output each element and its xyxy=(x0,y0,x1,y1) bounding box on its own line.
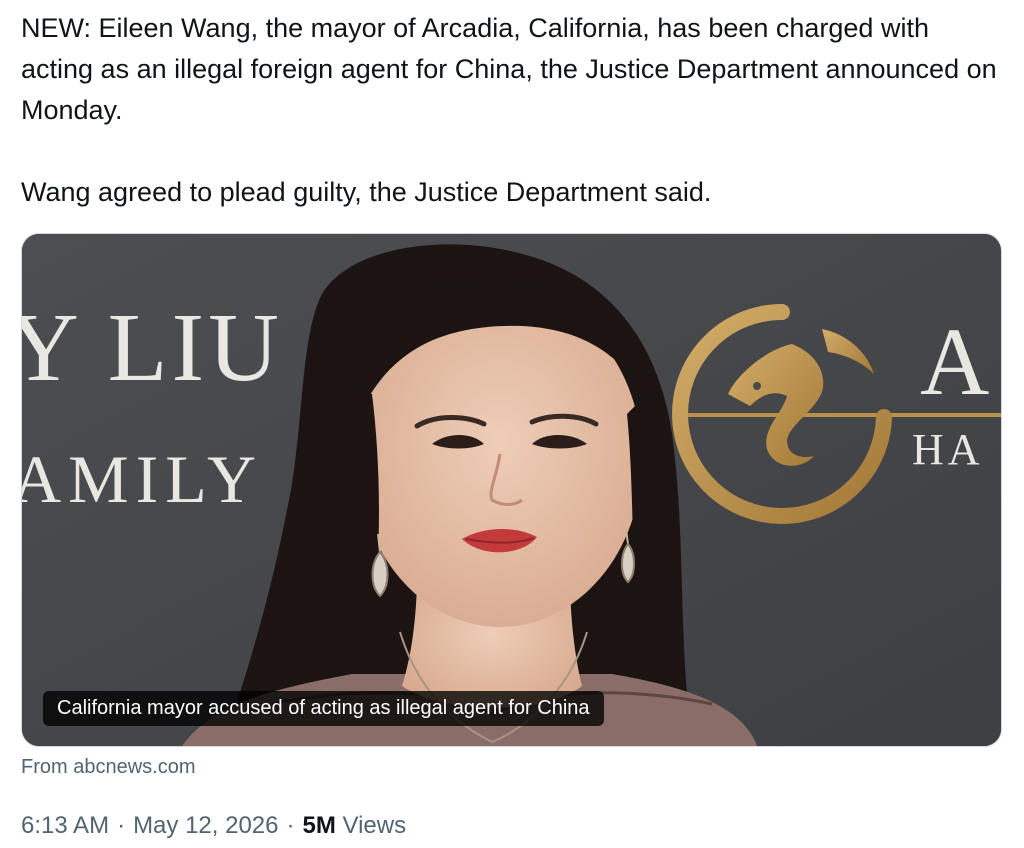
views-link[interactable]: 5M Views xyxy=(303,812,407,839)
meta-separator: · xyxy=(286,812,295,839)
card-caption: California mayor accused of acting as il… xyxy=(43,691,604,726)
tweet-date[interactable]: May 12, 2026 xyxy=(133,812,278,839)
backdrop-text: A xyxy=(920,308,989,415)
tweet-paragraph: NEW: Eileen Wang, the mayor of Arcadia, … xyxy=(21,13,997,125)
backdrop-text: Y LIU xyxy=(22,294,283,402)
meta-separator: · xyxy=(117,812,126,839)
views-count: 5M xyxy=(302,812,336,839)
card-image: Y LIU AMILY A HA xyxy=(22,234,1001,746)
backdrop-text: HA xyxy=(912,425,984,474)
backdrop-text: AMILY xyxy=(22,441,263,517)
tweet-paragraph: Wang agreed to plead guilty, the Justice… xyxy=(21,177,712,207)
card-source-link[interactable]: From abcnews.com xyxy=(21,756,196,779)
views-label: Views xyxy=(342,812,407,839)
tweet-time[interactable]: 6:13 AM xyxy=(21,812,109,839)
link-card[interactable]: Y LIU AMILY A HA California mayor accuse… xyxy=(21,233,1002,747)
tweet-text: NEW: Eileen Wang, the mayor of Arcadia, … xyxy=(21,8,1006,213)
tweet-meta: 6:13 AM · May 12, 2026 · 5M Views xyxy=(21,812,406,840)
